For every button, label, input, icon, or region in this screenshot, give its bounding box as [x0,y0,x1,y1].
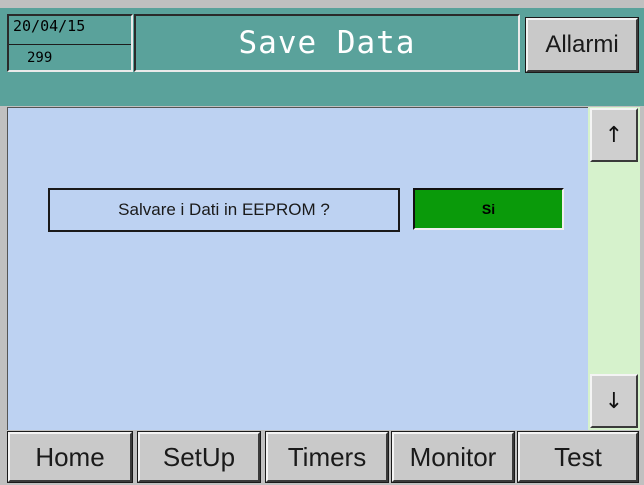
page-title: Save Data [238,25,416,61]
page-title-box: Save Data [134,14,520,72]
date-counter-box: 20/04/15 299 [7,14,133,72]
tab-test[interactable]: Test [517,431,639,483]
yes-button[interactable]: Si [413,188,564,230]
date-divider [9,44,131,45]
scroll-down-button[interactable]: ↓ [590,374,638,428]
tab-setup[interactable]: SetUp [137,431,261,483]
arrow-down-icon: ↓ [604,388,624,414]
tab-monitor[interactable]: Monitor [391,431,515,483]
hmi-screen: 20/04/15 299 Save Data Allarmi ↑ ↓ Salva… [0,0,644,485]
counter-display: 299 [27,50,53,66]
arrow-up-icon: ↑ [604,122,624,148]
tab-home[interactable]: Home [7,431,133,483]
save-question-label: Salvare i Dati in EEPROM ? [48,188,400,232]
alarms-button[interactable]: Allarmi [525,17,639,73]
tab-timers[interactable]: Timers [265,431,389,483]
scroll-up-button[interactable]: ↑ [590,108,638,162]
date-display: 20/04/15 [13,17,86,35]
content-panel [7,107,588,430]
